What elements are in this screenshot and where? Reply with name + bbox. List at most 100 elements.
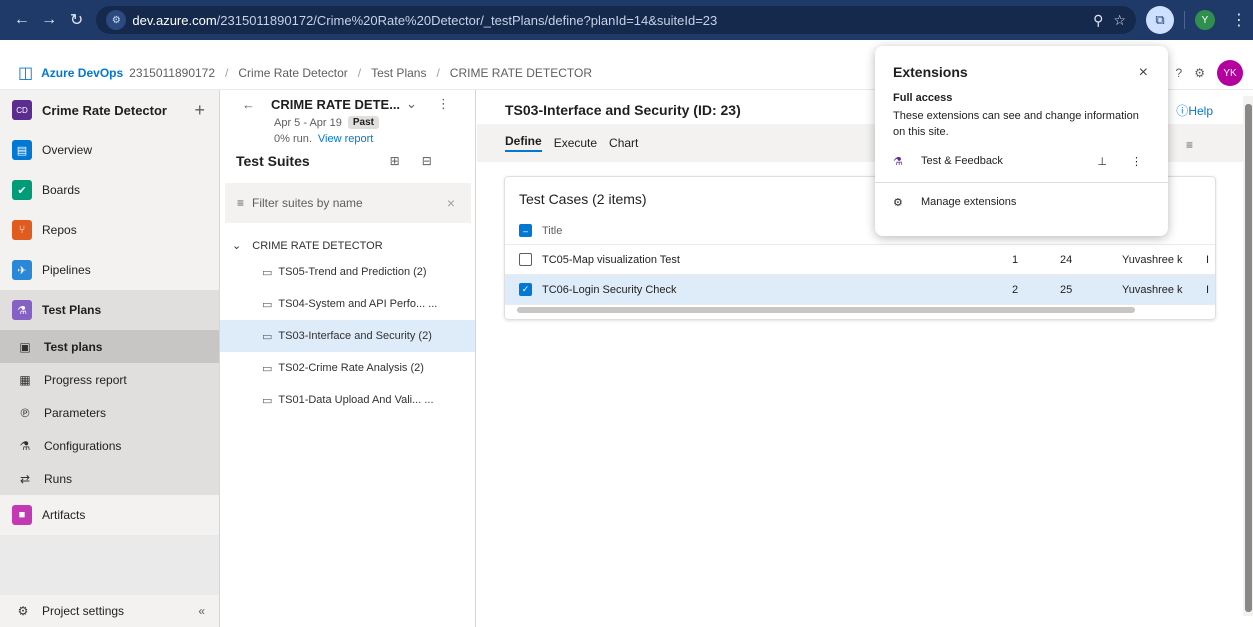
back-arrow-icon[interactable]: ← [242,97,255,112]
folder-icon: ▭ [262,266,273,279]
subnav-test-plans[interactable]: ▣ Test plans [0,330,219,363]
manage-extensions[interactable]: ⚙ Manage extensions [893,183,1150,221]
crumb-separator: / [357,65,362,80]
repos-icon: ⑂ [12,220,32,240]
clear-filter-icon[interactable]: × [447,195,455,211]
collapse-all-icon[interactable]: ⊟ [422,154,432,168]
suite-filter-input[interactable]: ≡ Filter suites by name × [225,183,471,223]
avatar[interactable]: YK [1217,60,1243,86]
suite-item[interactable]: ▭ TS05-Trend and Prediction (2) [220,256,475,288]
suite-tree-root[interactable]: ⌄ CRIME RATE DETECTOR [220,223,475,252]
cell-title[interactable]: TC06-Login Security Check [542,284,1012,296]
back-icon[interactable]: ← [8,6,35,34]
subnav-runs[interactable]: ⇄ Runs [0,462,219,495]
plan-dates-row: Apr 5 - Apr 19 Past [220,116,475,129]
crumb-project[interactable]: Crime Rate Detector [238,66,347,80]
row-checkbox[interactable]: ✓ [519,283,532,296]
status-badge: Past [347,116,379,129]
add-icon[interactable]: + [194,100,205,121]
overview-icon: ▤ [12,140,32,160]
filter-icon[interactable]: ≡ [1186,138,1193,152]
user-settings-icon[interactable]: ⚙ [1194,66,1205,80]
profile-avatar[interactable]: Y [1194,10,1215,30]
nav-test-plans[interactable]: ⚗ Test Plans [0,290,219,330]
browser-menu-icon[interactable]: ⋮ [1225,6,1253,34]
cell-title[interactable]: TC05-Map visualization Test [542,254,1012,266]
help-icon[interactable]: ? [1176,66,1183,80]
table-row[interactable]: ✓ TC06-Login Security Check 2 25 Yuvashr… [505,275,1215,305]
bookmark-star-icon[interactable]: ☆ [1113,12,1126,29]
manage-label: Manage extensions [921,196,1017,208]
address-bar[interactable]: ⚙ dev.azure.com/2315011890172/Crime%20Ra… [96,6,1136,34]
azure-devops-logo-icon[interactable]: ◫ [18,63,33,83]
view-report-link[interactable]: View report [318,133,373,145]
toolbar-divider [1183,11,1185,29]
cell-id: 24 [1060,253,1073,266]
suite-item[interactable]: ▭ TS03-Interface and Security (2) [220,320,475,352]
nav-label: Artifacts [42,508,86,522]
folder-icon: ▭ [262,362,273,375]
chevron-down-icon[interactable]: ⌄ [406,96,417,112]
zoom-icon[interactable]: ⚲ [1093,12,1103,29]
url-text[interactable]: dev.azure.com/2315011890172/Crime%20Rate… [132,13,717,28]
tab-define[interactable]: Define [505,134,542,152]
cell-id: 25 [1060,283,1073,296]
reload-icon[interactable]: ↻ [63,6,90,34]
expand-all-icon[interactable]: ⊞ [390,154,400,168]
pin-icon[interactable]: ⊥ [1097,155,1107,168]
suite-item[interactable]: ▭ TS02-Crime Rate Analysis (2) [220,352,475,384]
crumb-testplans[interactable]: Test Plans [371,66,426,80]
nav-artifacts[interactable]: ■ Artifacts [0,495,219,535]
site-info-icon[interactable]: ⚙ [106,10,127,30]
plan-selector[interactable]: ← CRIME RATE DETE... ⌄ ⋮ [220,90,475,112]
folder-icon: ▭ [262,330,273,343]
chevron-down-icon[interactable]: ⌄ [232,240,241,252]
subnav-label: Configurations [44,438,122,453]
subnav-progress-report[interactable]: ▦ Progress report [0,363,219,396]
url-path: /2315011890172/Crime%20Rate%20Detector/_… [216,12,718,28]
extension-item[interactable]: ⚗ Test & Feedback ⊥ ⋮ [893,148,1150,174]
horizontal-scrollbar[interactable] [517,307,1135,313]
extensions-puzzle-icon[interactable]: ⧉ [1145,6,1174,34]
subnav-label: Test plans [44,339,103,354]
nav-boards[interactable]: ✔ Boards [0,170,219,210]
org-crumb[interactable]: 2315011890172 [129,66,215,80]
crumb-separator: / [225,65,229,80]
brand-link[interactable]: Azure DevOps [41,66,123,80]
nav-overview[interactable]: ▤ Overview [0,130,219,170]
more-options-icon[interactable]: ⋮ [1131,155,1142,168]
page-scrollbar-thumb[interactable] [1245,104,1252,612]
forward-icon[interactable]: → [35,6,62,34]
more-options-icon[interactable]: ⋮ [437,96,450,112]
nav-label: Pipelines [42,263,91,277]
table-row[interactable]: TC05-Map visualization Test 1 24 Yuvashr… [505,245,1215,275]
help-link[interactable]: ⓘHelp [1176,102,1213,119]
browser-toolbar: ← → ↻ ⚙ dev.azure.com/2315011890172/Crim… [0,0,1253,40]
suite-label: TS02-Crime Rate Analysis (2) [278,362,424,374]
project-header[interactable]: CD Crime Rate Detector + [0,90,219,130]
suite-item[interactable]: ▭ TS01-Data Upload And Vali... ... [220,384,475,416]
close-icon[interactable]: × [1139,64,1148,82]
subnav-configurations[interactable]: ⚗ Configurations [0,429,219,462]
cell-assigned: Yuvashree k [1122,283,1183,296]
plan-run-row: 0% run. View report [220,133,475,145]
crumb-plan[interactable]: CRIME RATE DETECTOR [450,66,592,80]
collapse-nav-icon[interactable]: « [198,604,205,618]
project-name: Crime Rate Detector [42,102,167,118]
subnav-parameters[interactable]: ℗ Parameters [0,396,219,429]
suite-label: TS03-Interface and Security (2) [278,330,432,342]
test-plans-sub-icon: ▣ [19,339,31,354]
tab-chart[interactable]: Chart [609,136,638,150]
row-checkbox[interactable] [519,253,532,266]
extension-name: Test & Feedback [921,155,1003,167]
cell-order: 2 [1012,283,1019,296]
tab-execute[interactable]: Execute [554,136,597,150]
nav-pipelines[interactable]: ✈ Pipelines [0,250,219,290]
nav-repos[interactable]: ⑂ Repos [0,210,219,250]
project-settings[interactable]: ⚙ Project settings « [0,595,219,627]
select-all-checkbox[interactable]: – [519,224,532,237]
subnav-label: Progress report [44,372,127,387]
cell-extra: I [1206,283,1210,296]
suite-item[interactable]: ▭ TS04-System and API Perfo... ... [220,288,475,320]
gear-icon: ⚙ [17,604,29,618]
